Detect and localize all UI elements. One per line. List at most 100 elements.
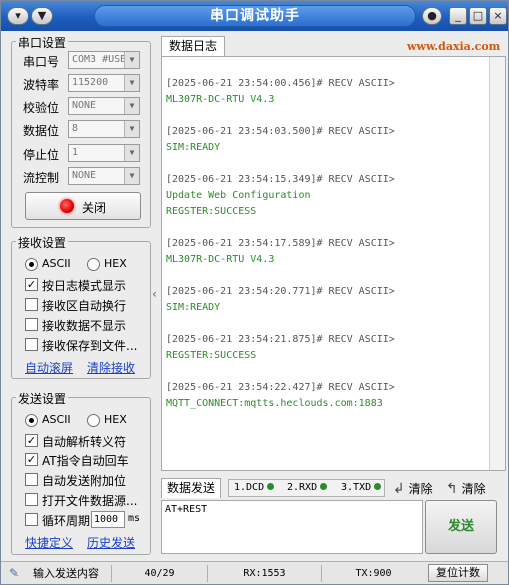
recv-ascii-label: ASCII [42,257,71,270]
pencil-icon: ✎ [9,566,20,580]
group-title: 接收设置 [16,234,69,251]
flow-select[interactable]: NONE ▼ [68,167,140,185]
log-entry-header: [2025-06-21 23:54:21.875]# RECV ASCII> [166,334,395,345]
status-led-icon [60,199,74,213]
escape-label: 自动解析转义符 [42,435,127,449]
log-spacer [166,364,487,380]
chevron-down-icon: ▼ [124,75,139,91]
port-label: 串口号 [23,55,60,69]
dcd-label: 1.DCD [234,482,265,493]
cycle-unit: ms [128,513,141,524]
log-entry-line: MQTT_CONNECT:mqtts.heclouds.com:1883 [166,398,383,409]
status-rx: RX:1553 [207,565,321,582]
led-icon [374,483,382,490]
auto-wrap-label: 接收区自动换行 [42,299,127,313]
undo-arrow-icon: ↲ [393,481,405,497]
txd-label: 3.TXD [341,482,372,493]
databits-select[interactable]: 8 ▼ [68,120,140,138]
tab-data-log[interactable]: 数据日志 [161,36,225,56]
recv-hex-radio[interactable] [87,258,100,271]
send-ascii-radio[interactable] [25,414,38,427]
flow-label: 流控制 [23,171,60,185]
log-entry-header: [2025-06-21 23:54:00.456]# RECV ASCII> [166,78,395,89]
stopbits-label: 停止位 [23,148,60,162]
send-button[interactable]: 发送 [425,500,497,554]
log-spacer [166,316,487,332]
auto-wrap-checkbox[interactable] [25,298,38,311]
clear-send-button[interactable]: ↲ 清除 [393,480,433,497]
autoscroll-link[interactable]: 自动滚屏 [25,359,73,376]
log-entry-header: [2025-06-21 23:54:03.500]# RECV ASCII> [166,126,395,137]
clear-send-top-button[interactable]: ↰ 清除 [446,480,486,497]
databits-label: 数据位 [23,124,60,138]
brand-link[interactable]: www.daxia.com [407,40,500,53]
minimize-button[interactable]: _ [449,7,467,25]
tab-data-send[interactable]: 数据发送 [161,478,221,498]
led-icon [267,483,275,490]
status-bar: ✎ 输入发送内容 40/29 RX:1553 TX:900 复位计数 [1,561,508,584]
collapse-panel-icon[interactable]: ‹ [152,254,160,334]
stopbits-value: 1 [72,147,79,158]
log-text: [2025-06-21 23:54:00.456]# RECV ASCII> ML… [166,76,487,412]
status-tx: TX:900 [321,565,425,582]
rxd-label: 2.RXD [287,482,318,493]
shortcut-link[interactable]: 快捷定义 [25,534,73,551]
at-crlf-checkbox[interactable]: ✓ [25,453,38,466]
title-bar: ▾ ▼ 串口调试助手 ● _ □ × [1,1,508,31]
port-value: COM3 #USB [72,54,127,65]
app-window: ▾ ▼ 串口调试助手 ● _ □ × 串口设置 串口号 COM3 #USB ▼ 波… [0,0,509,585]
hide-data-checkbox[interactable] [25,318,38,331]
log-entry-line: ML307R-DC-RTU V4.3 [166,254,275,265]
close-port-button[interactable]: 关闭 [25,192,141,220]
pin-icon[interactable]: ● [422,7,442,25]
save-file-label: 接收保存到文件... [42,339,138,353]
parity-value: NONE [72,100,97,111]
log-mode-label: 按日志模式显示 [42,279,127,293]
clear-send-label: 清除 [408,482,433,496]
log-spacer [166,220,487,236]
send-hex-radio[interactable] [87,414,100,427]
flow-value: NONE [72,170,97,181]
baud-select[interactable]: 115200 ▼ [68,74,140,92]
window-title: 串口调试助手 [94,5,416,27]
dropdown-menu-icon[interactable]: ▼ [31,7,53,25]
close-port-label: 关闭 [82,201,107,215]
cycle-label: 循环周期 [42,514,91,528]
reset-count-button[interactable]: 复位计数 [428,564,488,582]
open-file-checkbox[interactable] [25,493,38,506]
parity-select[interactable]: NONE ▼ [68,97,140,115]
log-entry-header: [2025-06-21 23:54:15.349]# RECV ASCII> [166,174,395,185]
history-link[interactable]: 历史发送 [87,534,135,551]
append-checkbox[interactable] [25,473,38,486]
escape-checkbox[interactable]: ✓ [25,434,38,447]
log-spacer [166,108,487,124]
log-entry-line: Update Web Configuration [166,190,311,201]
send-hex-label: HEX [104,413,127,426]
recv-ascii-radio[interactable] [25,258,38,271]
chevron-down-icon: ▼ [124,145,139,161]
log-entry-line: REGSTER:SUCCESS [166,350,257,361]
cycle-checkbox[interactable] [25,513,38,526]
close-window-button[interactable]: × [489,7,507,25]
group-title: 串口设置 [16,34,69,51]
clear-receive-link[interactable]: 清除接收 [87,359,135,376]
log-entry-line: REGSTER:SUCCESS [166,206,257,217]
send-input[interactable]: AT+REST [161,500,423,554]
log-scrollbar[interactable] [489,57,505,470]
log-entry-line: SIM:READY [166,302,221,313]
log-entry-header: [2025-06-21 23:54:22.427]# RECV ASCII> [166,382,395,393]
stopbits-select[interactable]: 1 ▼ [68,144,140,162]
rxd-indicator: 2.RXD [287,482,328,494]
cycle-input[interactable]: 1000 [91,511,125,528]
log-entry-line: ML307R-DC-RTU V4.3 [166,94,275,105]
maximize-button[interactable]: □ [469,7,487,25]
log-entry-header: [2025-06-21 23:54:17.589]# RECV ASCII> [166,238,395,249]
save-file-checkbox[interactable] [25,338,38,351]
up-arrow-icon: ↰ [446,481,458,497]
port-select[interactable]: COM3 #USB ▼ [68,51,140,69]
log-panel[interactable]: [2025-06-21 23:54:00.456]# RECV ASCII> ML… [161,56,506,471]
app-menu-icon[interactable]: ▾ [7,7,29,25]
log-mode-checkbox[interactable]: ✓ [25,278,38,291]
at-crlf-label: AT指令自动回车 [42,454,129,468]
send-ascii-label: ASCII [42,413,71,426]
